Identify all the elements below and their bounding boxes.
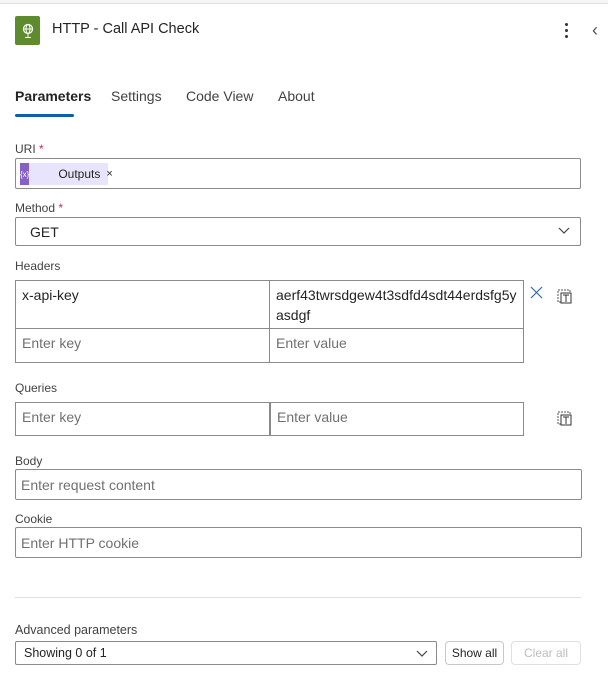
body-label: Body bbox=[15, 454, 43, 468]
header-value-input[interactable]: aerf43twrsdgew4t3sdfd4sdt44erdsfg5yasdgf bbox=[269, 280, 524, 329]
token-label: Outputs bbox=[58, 167, 101, 181]
show-all-button[interactable]: Show all bbox=[445, 641, 504, 665]
more-options-icon[interactable] bbox=[560, 20, 572, 40]
action-title: HTTP - Call API Check bbox=[52, 21, 200, 37]
switch-to-text-mode-icon[interactable] bbox=[557, 410, 573, 426]
header-new-key-input[interactable]: Enter key bbox=[15, 328, 270, 363]
advanced-parameters-select[interactable]: Showing 0 of 1 bbox=[15, 641, 437, 665]
body-input[interactable]: Enter request content bbox=[15, 469, 582, 500]
method-select[interactable]: GET bbox=[15, 217, 581, 246]
tab-about[interactable]: About bbox=[278, 88, 315, 104]
collapse-chevron-icon[interactable]: ‹ bbox=[592, 20, 598, 41]
chevron-down-icon bbox=[558, 227, 570, 234]
active-tab-indicator bbox=[15, 114, 74, 117]
cookie-label: Cookie bbox=[15, 512, 53, 526]
advanced-parameters-value: Showing 0 of 1 bbox=[24, 646, 107, 660]
divider bbox=[15, 597, 581, 598]
query-key-input[interactable]: Enter key bbox=[15, 402, 271, 436]
expression-icon: {x} bbox=[20, 163, 30, 185]
token-remove-icon[interactable]: × bbox=[106, 168, 112, 180]
clear-all-button[interactable]: Clear all bbox=[511, 641, 581, 665]
headers-label: Headers bbox=[15, 259, 61, 273]
header-new-value-input[interactable]: Enter value bbox=[269, 328, 524, 363]
tab-settings[interactable]: Settings bbox=[111, 88, 162, 104]
tab-code-view[interactable]: Code View bbox=[186, 88, 253, 104]
uri-label: URI * bbox=[15, 142, 44, 156]
cookie-input[interactable]: Enter HTTP cookie bbox=[15, 527, 582, 558]
method-value: GET bbox=[30, 224, 59, 240]
method-label: Method * bbox=[15, 201, 64, 215]
outputs-token[interactable]: {x} Outputs × bbox=[20, 163, 113, 185]
queries-label: Queries bbox=[15, 381, 58, 395]
top-border bbox=[0, 0, 608, 4]
globe-icon bbox=[15, 16, 40, 45]
query-value-input[interactable]: Enter value bbox=[269, 402, 524, 436]
delete-row-icon[interactable] bbox=[530, 286, 543, 299]
tab-parameters[interactable]: Parameters bbox=[15, 88, 91, 104]
chevron-down-icon bbox=[416, 650, 428, 657]
advanced-parameters-label: Advanced parameters bbox=[15, 623, 138, 637]
switch-to-text-mode-icon[interactable] bbox=[557, 288, 573, 304]
header-key-input[interactable]: x-api-key bbox=[15, 280, 270, 329]
